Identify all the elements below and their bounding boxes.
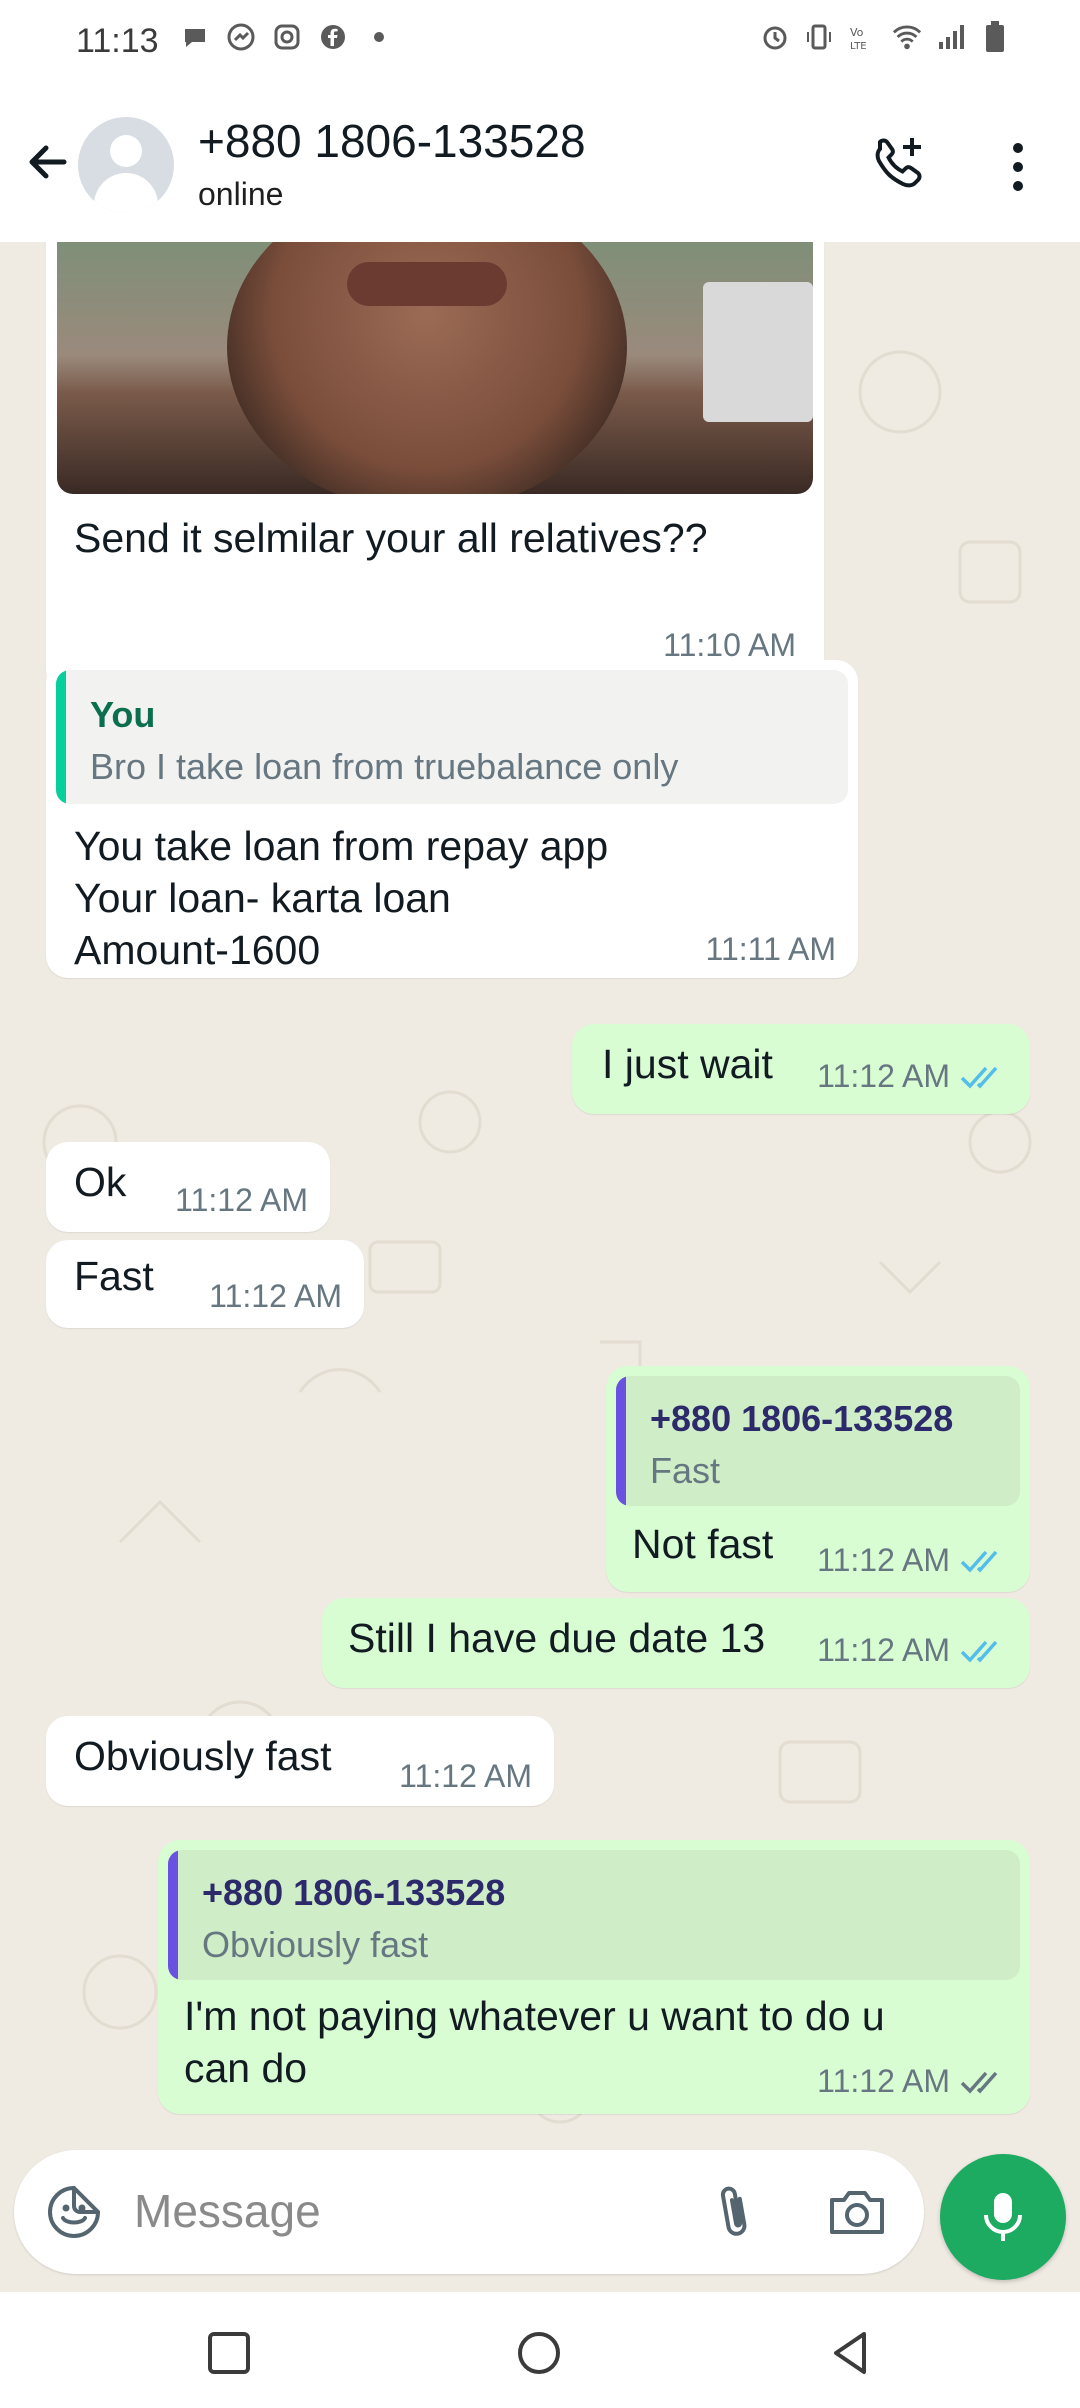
message-incoming[interactable]: Obviously fast 11:12 AM — [46, 1716, 554, 1806]
message-text: Still I have due date 13 — [348, 1615, 766, 1661]
message-photo[interactable] — [57, 242, 813, 494]
quoted-message[interactable]: You Bro I take loan from truebalance onl… — [56, 670, 848, 804]
message-time-label: 11:11 AM — [705, 931, 836, 967]
camera-icon[interactable] — [824, 2180, 890, 2244]
quoted-sender: +880 1806-133528 — [650, 1398, 954, 1439]
attach-icon[interactable] — [704, 2180, 764, 2244]
back-nav-icon[interactable] — [826, 2328, 876, 2378]
back-arrow-icon[interactable] — [16, 130, 80, 194]
emoji-icon[interactable] — [44, 2182, 104, 2242]
message-text: Send it selmilar your all relatives?? — [74, 515, 708, 561]
add-call-icon[interactable] — [866, 132, 932, 198]
message-line: Amount-1600 — [74, 927, 321, 973]
message-time-label: 11:10 AM — [663, 627, 796, 663]
contact-status: online — [198, 176, 284, 212]
delivered-receipt-icon — [960, 2071, 998, 2094]
signal-icon — [936, 22, 966, 52]
facebook-icon — [318, 22, 348, 52]
message-time-label: 11:12 AM — [817, 2063, 950, 2099]
quoted-text: Fast — [650, 1450, 721, 1491]
contact-name: +880 1806-133528 — [198, 115, 586, 167]
message-text: Obviously fast — [74, 1733, 332, 1779]
message-line: You take loan from repay app — [74, 823, 609, 869]
notification-icons — [180, 22, 394, 52]
avatar[interactable] — [78, 117, 174, 213]
message-text-block: You take loan from repay app Your loan- … — [74, 820, 608, 976]
svg-text:LTE: LTE — [850, 41, 867, 52]
message-incoming-photo[interactable]: Send it selmilar your all relatives?? 11… — [46, 242, 824, 692]
message-time-label: 11:12 AM — [817, 1542, 950, 1578]
message-text-block: I'm not paying whatever u want to do u c… — [184, 1990, 885, 2094]
message-time: 11:12 AM — [817, 2063, 1008, 2100]
chat-bubble-icon — [180, 22, 210, 52]
microphone-button[interactable] — [940, 2154, 1066, 2280]
message-line: I'm not paying whatever u want to do u — [184, 1993, 885, 2039]
status-bar: 11:13 Vo LTE — [0, 0, 1080, 90]
quoted-message[interactable]: +880 1806-133528 Fast — [616, 1376, 1020, 1506]
quoted-sender: You — [90, 694, 156, 735]
message-time-label: 11:12 AM — [399, 1758, 532, 1794]
microphone-icon — [984, 2193, 1022, 2241]
message-time: 11:11 AM — [706, 931, 836, 968]
read-receipt-icon — [960, 1550, 998, 1573]
contact-info[interactable]: +880 1806-133528 online — [198, 114, 586, 213]
quoted-message[interactable]: +880 1806-133528 Obviously fast — [168, 1850, 1020, 1980]
message-outgoing-reply[interactable]: +880 1806-133528 Obviously fast I'm not … — [158, 1840, 1030, 2114]
vibrate-icon — [804, 22, 834, 52]
instagram-icon — [272, 22, 302, 52]
message-text: I just wait — [602, 1041, 773, 1087]
message-outgoing[interactable]: Still I have due date 13 11:12 AM — [322, 1598, 1030, 1688]
message-time: 11:12 AM — [817, 1058, 1008, 1095]
message-text: Fast — [74, 1253, 154, 1299]
message-outgoing[interactable]: I just wait 11:12 AM — [572, 1024, 1030, 1114]
quoted-text: Obviously fast — [202, 1924, 429, 1965]
recent-apps-icon[interactable] — [204, 2328, 254, 2378]
more-options-icon[interactable] — [990, 134, 1046, 200]
read-receipt-icon — [960, 1066, 998, 1089]
message-incoming[interactable]: Ok 11:12 AM — [46, 1142, 330, 1232]
system-icons: Vo LTE — [760, 21, 1010, 52]
chat-area[interactable]: Send it selmilar your all relatives?? 11… — [0, 242, 1080, 2172]
message-text: Not fast — [632, 1521, 774, 1567]
quoted-text: Bro I take loan from truebalance only — [90, 746, 679, 787]
message-time: 11:12 AM — [399, 1758, 532, 1795]
message-outgoing-reply[interactable]: +880 1806-133528 Fast Not fast 11:12 AM — [606, 1366, 1030, 1592]
message-time-label: 11:12 AM — [175, 1182, 308, 1218]
chat-header: +880 1806-133528 online — [0, 90, 1080, 243]
message-input-bar[interactable]: Message — [14, 2150, 924, 2274]
quoted-sender: +880 1806-133528 — [202, 1872, 506, 1913]
alarm-icon — [760, 22, 790, 52]
message-text: Ok — [74, 1159, 127, 1205]
message-time-label: 11:12 AM — [817, 1058, 950, 1094]
svg-text:Vo: Vo — [850, 26, 864, 39]
status-time: 11:13 — [76, 22, 159, 60]
message-input[interactable]: Message — [134, 2184, 321, 2238]
home-icon[interactable] — [514, 2328, 564, 2378]
message-time-label: 11:12 AM — [209, 1278, 342, 1314]
read-receipt-icon — [960, 1640, 998, 1663]
message-incoming-reply[interactable]: You Bro I take loan from truebalance onl… — [46, 660, 858, 978]
message-time: 11:12 AM — [817, 1542, 1008, 1579]
wifi-icon — [892, 22, 922, 52]
system-nav-bar — [0, 2292, 1080, 2408]
message-time: 11:12 AM — [209, 1278, 342, 1315]
message-time-label: 11:12 AM — [817, 1632, 950, 1668]
message-time: 11:12 AM — [175, 1182, 308, 1219]
message-line: can do — [184, 2045, 308, 2091]
messenger-icon — [226, 22, 256, 52]
battery-icon — [980, 21, 1010, 52]
dot-icon — [364, 22, 394, 52]
message-line: Your loan- karta loan — [74, 875, 451, 921]
message-time: 11:12 AM — [817, 1632, 1008, 1669]
message-incoming[interactable]: Fast 11:12 AM — [46, 1240, 364, 1328]
volte-icon: Vo LTE — [848, 22, 878, 52]
message-time: 11:10 AM — [663, 627, 796, 664]
